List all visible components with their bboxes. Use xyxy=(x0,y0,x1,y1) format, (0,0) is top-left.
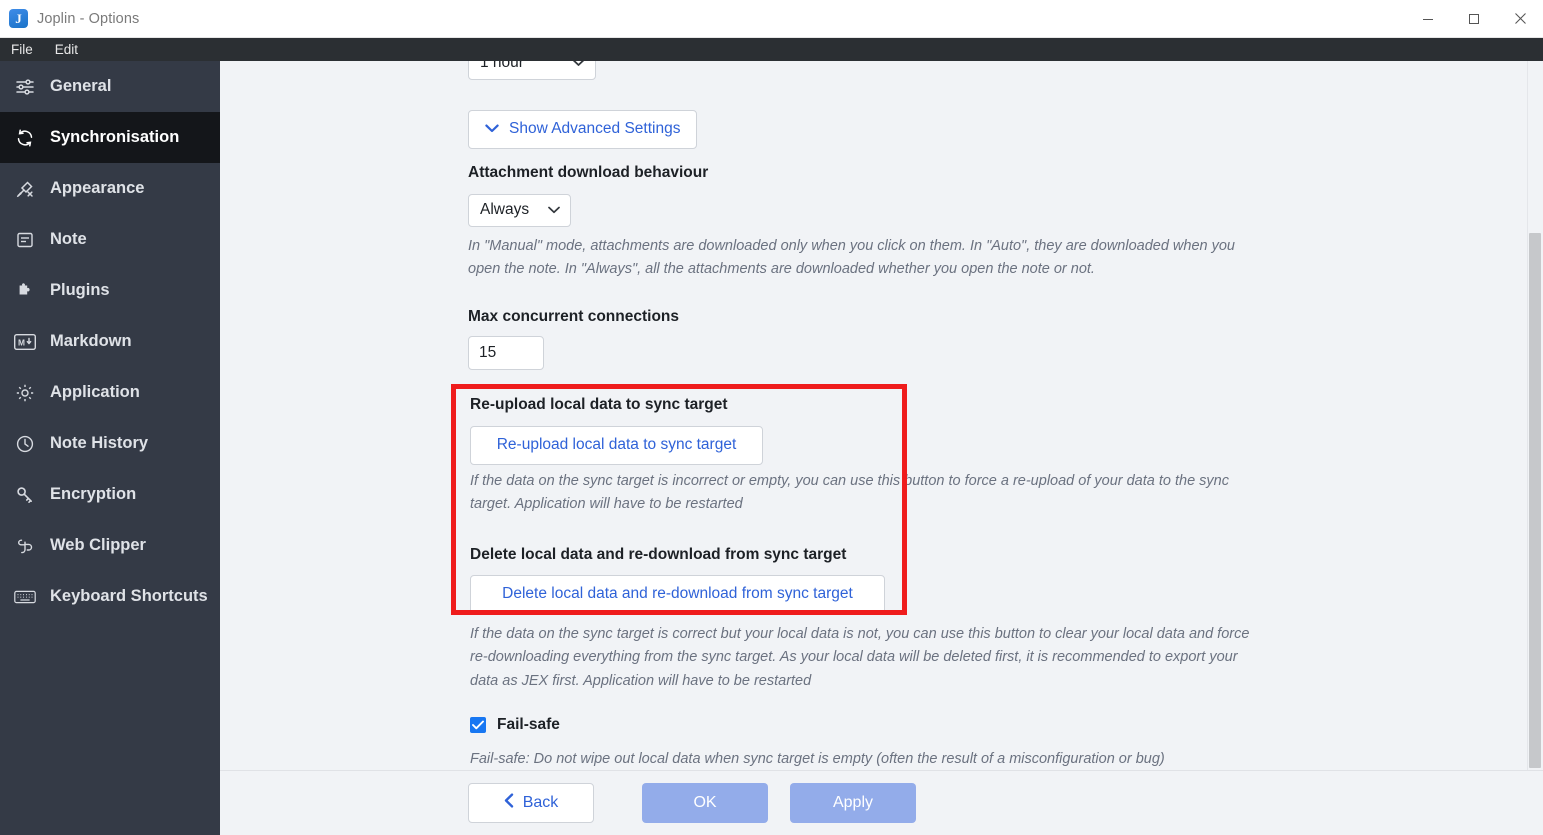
options-footer: Back OK Apply xyxy=(220,770,1543,835)
sync-interval-select[interactable]: 1 hour xyxy=(468,61,596,80)
reupload-label: Re-upload local data to sync target xyxy=(470,396,728,413)
options-main-panel: 1 hour Show Advanced Settings Attachment… xyxy=(220,61,1543,835)
attachment-download-select[interactable]: Always xyxy=(468,194,571,227)
sidebar-item-application[interactable]: Application xyxy=(0,367,220,418)
failsafe-checkbox[interactable] xyxy=(470,717,486,733)
redownload-local-data-button[interactable]: Delete local data and re-download from s… xyxy=(470,575,885,614)
sidebar-item-keyboard-shortcuts[interactable]: Keyboard Shortcuts xyxy=(0,571,220,622)
title-bar-left: J Joplin - Options xyxy=(0,9,139,28)
max-connections-label: Max concurrent connections xyxy=(468,308,680,325)
markdown-icon: M xyxy=(14,331,36,353)
ok-button-label: OK xyxy=(693,794,717,811)
note-icon xyxy=(14,229,36,251)
hand-clip-icon xyxy=(14,535,36,557)
sidebar-item-label: Appearance xyxy=(50,179,145,197)
sidebar-item-label: Note xyxy=(50,230,87,248)
sidebar-item-web-clipper[interactable]: Web Clipper xyxy=(0,520,220,571)
keyboard-icon xyxy=(14,586,36,608)
vertical-scrollbar-thumb[interactable] xyxy=(1529,233,1541,768)
failsafe-hint: Fail-safe: Do not wipe out local data wh… xyxy=(470,751,1165,767)
attachment-download-select-wrap: Always xyxy=(468,194,571,227)
sidebar-item-synchronisation[interactable]: Synchronisation xyxy=(0,112,220,163)
brush-icon xyxy=(14,178,36,200)
vertical-scrollbar-track[interactable] xyxy=(1527,61,1543,770)
show-advanced-settings-button[interactable]: Show Advanced Settings xyxy=(468,110,698,149)
back-button[interactable]: Back xyxy=(468,783,594,823)
title-bar: J Joplin - Options xyxy=(0,0,1543,38)
attachment-download-hint: In "Manual" mode, attachments are downlo… xyxy=(468,238,1235,278)
sidebar-item-label: Encryption xyxy=(50,485,137,503)
sidebar-item-label: Markdown xyxy=(50,332,132,350)
joplin-logo-glyph: J xyxy=(15,11,22,26)
failsafe-label: Fail-safe xyxy=(497,716,560,733)
show-advanced-settings-label: Show Advanced Settings xyxy=(509,120,681,137)
sidebar-item-markdown[interactable]: M Markdown xyxy=(0,316,220,367)
menu-bar: File Edit xyxy=(0,38,1543,61)
puzzle-piece-icon xyxy=(14,280,36,302)
attachment-download-label: Attachment download behaviour xyxy=(468,164,709,181)
sidebar-item-label: Plugins xyxy=(50,281,110,299)
maximize-icon[interactable] xyxy=(1451,0,1497,38)
sidebar-item-label: Web Clipper xyxy=(50,536,146,554)
sidebar-item-note-history[interactable]: Note History xyxy=(0,418,220,469)
options-scroll-area[interactable]: 1 hour Show Advanced Settings Attachment… xyxy=(220,61,1543,770)
clock-icon xyxy=(14,433,36,455)
reupload-button-label: Re-upload local data to sync target xyxy=(496,436,737,453)
sidebar-item-encryption[interactable]: Encryption xyxy=(0,469,220,520)
sliders-icon xyxy=(14,76,36,98)
key-icon xyxy=(14,484,36,506)
menu-edit[interactable]: Edit xyxy=(53,38,89,61)
sidebar-item-label: Keyboard Shortcuts xyxy=(50,587,208,605)
sidebar-item-label: General xyxy=(50,77,112,95)
options-sidebar: General Synchronisation Appearance Note … xyxy=(0,61,220,835)
sidebar-item-plugins[interactable]: Plugins xyxy=(0,265,220,316)
ok-button[interactable]: OK xyxy=(642,783,768,823)
reupload-hint: If the data on the sync target is incorr… xyxy=(470,473,1229,513)
sidebar-item-general[interactable]: General xyxy=(0,61,220,112)
gear-icon xyxy=(14,382,36,404)
failsafe-checkbox-row[interactable]: Fail-safe xyxy=(470,716,560,734)
options-content: 1 hour Show Advanced Settings Attachment… xyxy=(451,61,1543,770)
sidebar-item-note[interactable]: Note xyxy=(0,214,220,265)
chevron-down-icon xyxy=(485,120,499,139)
menu-file[interactable]: File xyxy=(9,38,44,61)
redownload-label: Delete local data and re-download from s… xyxy=(470,546,847,563)
sidebar-item-label: Note History xyxy=(50,434,149,452)
sidebar-item-label: Synchronisation xyxy=(50,128,180,146)
sync-interval-select-wrap: 1 hour xyxy=(468,61,596,80)
close-icon[interactable] xyxy=(1497,0,1543,38)
window-controls xyxy=(1405,0,1543,38)
chevron-left-icon xyxy=(504,793,514,813)
window-title: Joplin - Options xyxy=(37,10,140,27)
joplin-logo-icon: J xyxy=(9,9,28,28)
joplin-options-window: J Joplin - Options File Edit General Syn… xyxy=(0,0,1543,835)
apply-button-label: Apply xyxy=(832,794,874,811)
reupload-local-data-button[interactable]: Re-upload local data to sync target xyxy=(470,426,763,465)
apply-button[interactable]: Apply xyxy=(790,783,916,823)
back-button-label: Back xyxy=(522,794,559,811)
sidebar-item-label: Application xyxy=(50,383,140,401)
sync-arrows-icon xyxy=(14,127,36,149)
redownload-hint: If the data on the sync target is correc… xyxy=(470,626,1250,689)
minimize-icon[interactable] xyxy=(1405,0,1451,38)
svg-text:M: M xyxy=(18,337,25,347)
sidebar-item-appearance[interactable]: Appearance xyxy=(0,163,220,214)
max-connections-input[interactable] xyxy=(468,336,544,370)
redownload-button-label: Delete local data and re-download from s… xyxy=(502,585,853,602)
window-body: General Synchronisation Appearance Note … xyxy=(0,61,1543,835)
